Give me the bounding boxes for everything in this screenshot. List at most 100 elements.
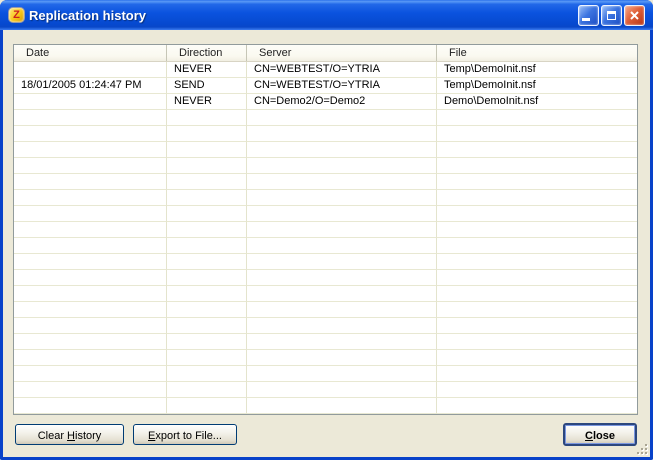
table-row[interactable] bbox=[14, 190, 637, 206]
table-cell-direction bbox=[167, 158, 247, 174]
table-cell-server bbox=[247, 110, 437, 126]
table-row[interactable] bbox=[14, 270, 637, 286]
table-body: NEVERCN=WEBTEST/O=YTRIATemp\DemoInit.nsf… bbox=[14, 62, 637, 414]
table-cell-file bbox=[437, 382, 637, 398]
table-cell-file bbox=[437, 174, 637, 190]
table-cell-direction bbox=[167, 206, 247, 222]
resize-grip[interactable] bbox=[635, 442, 648, 455]
export-to-file-button[interactable]: Export to File... bbox=[133, 424, 237, 445]
table-cell-file bbox=[437, 206, 637, 222]
table-cell-date bbox=[14, 350, 167, 366]
table-row[interactable]: 18/01/2005 01:24:47 PMSENDCN=WEBTEST/O=Y… bbox=[14, 78, 637, 94]
table-cell-direction bbox=[167, 110, 247, 126]
app-icon: Z bbox=[8, 7, 25, 23]
column-header-file[interactable]: File bbox=[437, 45, 637, 61]
table-cell-file: Temp\DemoInit.nsf bbox=[437, 78, 637, 94]
table-cell-server bbox=[247, 158, 437, 174]
table-cell-file bbox=[437, 238, 637, 254]
window-title: Replication history bbox=[29, 8, 578, 23]
table-cell-direction bbox=[167, 126, 247, 142]
table-cell-server bbox=[247, 350, 437, 366]
titlebar[interactable]: Z Replication history bbox=[0, 0, 653, 30]
table-row[interactable] bbox=[14, 126, 637, 142]
table-cell-server bbox=[247, 302, 437, 318]
table-row[interactable] bbox=[14, 174, 637, 190]
table-cell-date bbox=[14, 62, 167, 78]
column-header-server[interactable]: Server bbox=[247, 45, 437, 61]
table-cell-server bbox=[247, 222, 437, 238]
table-row[interactable] bbox=[14, 238, 637, 254]
close-icon bbox=[629, 10, 640, 21]
table-cell-file bbox=[437, 366, 637, 382]
table-cell-date bbox=[14, 126, 167, 142]
table-cell-file bbox=[437, 254, 637, 270]
table-row[interactable] bbox=[14, 206, 637, 222]
table-row[interactable] bbox=[14, 254, 637, 270]
table-cell-file bbox=[437, 398, 637, 414]
table-cell-server bbox=[247, 286, 437, 302]
table-row[interactable] bbox=[14, 398, 637, 414]
table-cell-date bbox=[14, 142, 167, 158]
table-cell-date bbox=[14, 334, 167, 350]
table-row[interactable] bbox=[14, 318, 637, 334]
table-cell-date bbox=[14, 238, 167, 254]
table-row[interactable] bbox=[14, 334, 637, 350]
table-row[interactable] bbox=[14, 286, 637, 302]
table-row[interactable] bbox=[14, 302, 637, 318]
table-cell-date bbox=[14, 110, 167, 126]
minimize-button[interactable] bbox=[578, 5, 599, 26]
column-header-direction[interactable]: Direction bbox=[167, 45, 247, 61]
table-cell-date bbox=[14, 366, 167, 382]
table-row[interactable] bbox=[14, 350, 637, 366]
table-cell-server: CN=WEBTEST/O=YTRIA bbox=[247, 78, 437, 94]
table-cell-server bbox=[247, 190, 437, 206]
table-cell-direction bbox=[167, 382, 247, 398]
table-row[interactable] bbox=[14, 222, 637, 238]
table-row[interactable] bbox=[14, 366, 637, 382]
table-cell-direction bbox=[167, 142, 247, 158]
table-cell-file bbox=[437, 142, 637, 158]
close-window-button[interactable] bbox=[624, 5, 645, 26]
table-cell-direction bbox=[167, 398, 247, 414]
close-button[interactable]: Close bbox=[563, 423, 637, 446]
table-row[interactable] bbox=[14, 158, 637, 174]
table-cell-date bbox=[14, 206, 167, 222]
maximize-button[interactable] bbox=[601, 5, 622, 26]
dialog-content: DateDirectionServerFile NEVERCN=WEBTEST/… bbox=[3, 30, 650, 457]
table-row[interactable] bbox=[14, 110, 637, 126]
table-cell-file bbox=[437, 318, 637, 334]
replication-history-dialog: Z Replication history DateDirectionServe… bbox=[0, 0, 653, 460]
table-cell-server bbox=[247, 270, 437, 286]
table-cell-server bbox=[247, 254, 437, 270]
table-cell-server bbox=[247, 142, 437, 158]
clear-history-button[interactable]: Clear History bbox=[15, 424, 124, 445]
table-cell-direction bbox=[167, 270, 247, 286]
table-cell-date bbox=[14, 158, 167, 174]
table-row[interactable]: NEVERCN=Demo2/O=Demo2Demo\DemoInit.nsf bbox=[14, 94, 637, 110]
table-row[interactable]: NEVERCN=WEBTEST/O=YTRIATemp\DemoInit.nsf bbox=[14, 62, 637, 78]
table-cell-server bbox=[247, 366, 437, 382]
table-cell-file bbox=[437, 286, 637, 302]
column-header-date[interactable]: Date bbox=[14, 45, 167, 61]
table-cell-date bbox=[14, 254, 167, 270]
table-cell-date bbox=[14, 94, 167, 110]
table-cell-server: CN=Demo2/O=Demo2 bbox=[247, 94, 437, 110]
table-cell-direction bbox=[167, 302, 247, 318]
table-row[interactable] bbox=[14, 382, 637, 398]
table-cell-direction bbox=[167, 254, 247, 270]
table-cell-date bbox=[14, 222, 167, 238]
table-cell-date bbox=[14, 398, 167, 414]
table-cell-file bbox=[437, 334, 637, 350]
table-cell-server bbox=[247, 206, 437, 222]
table-cell-file bbox=[437, 350, 637, 366]
table-cell-date bbox=[14, 382, 167, 398]
table-cell-direction bbox=[167, 286, 247, 302]
table-cell-direction bbox=[167, 318, 247, 334]
table-cell-server bbox=[247, 174, 437, 190]
table-cell-date: 18/01/2005 01:24:47 PM bbox=[14, 78, 167, 94]
minimize-icon bbox=[582, 18, 590, 21]
table-row[interactable] bbox=[14, 142, 637, 158]
table-cell-date bbox=[14, 318, 167, 334]
table-cell-date bbox=[14, 190, 167, 206]
table-cell-file bbox=[437, 158, 637, 174]
